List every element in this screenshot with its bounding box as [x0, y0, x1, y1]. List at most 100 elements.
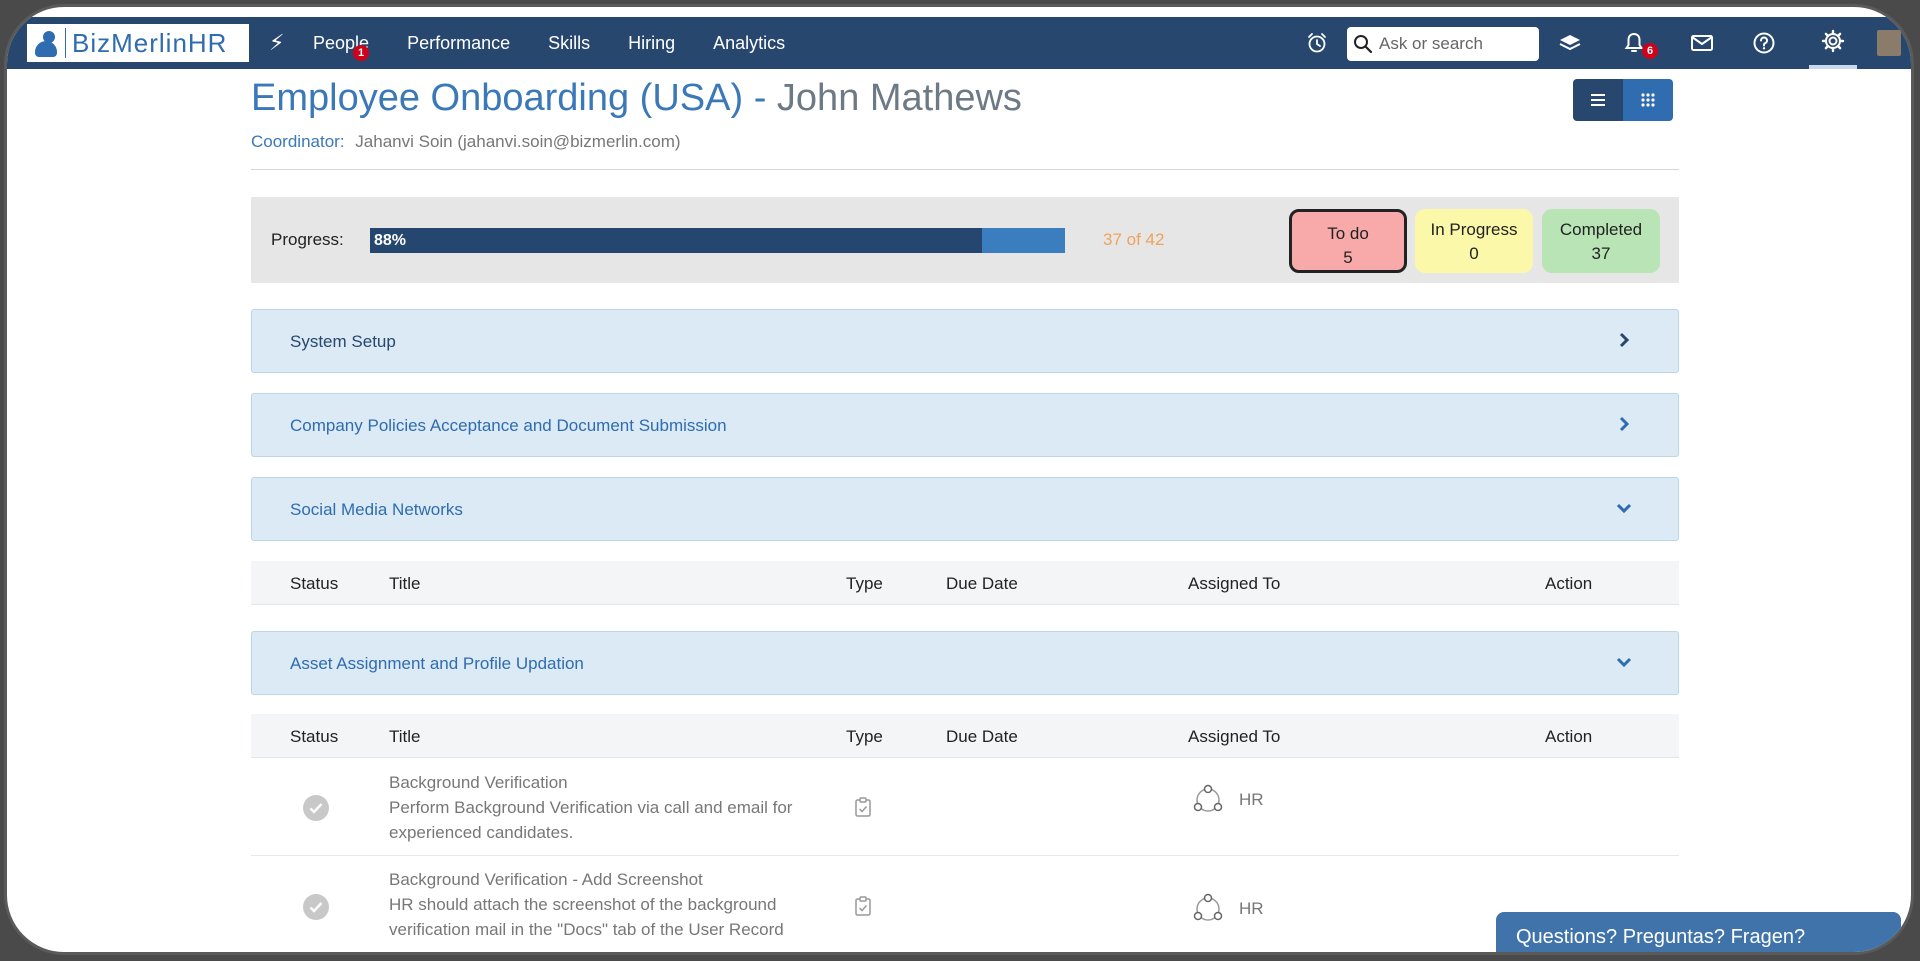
table-header: Status Title Type Due Date Assigned To A…: [251, 714, 1679, 758]
assigned-to: HR: [1191, 892, 1264, 926]
nav-performance-label: Performance: [407, 32, 511, 53]
completed-filter[interactable]: Completed 37: [1542, 209, 1660, 273]
table-row[interactable]: Background Verification - Add Screenshot…: [251, 856, 1679, 952]
main-menu: People 1 Performance Skills Hiring Analy…: [313, 17, 823, 69]
chevron-right-icon: [1614, 414, 1634, 434]
section-title: System Setup: [290, 332, 396, 351]
checklist-name: Employee Onboarding (USA): [251, 77, 744, 119]
section-title: Social Media Networks: [290, 500, 463, 519]
view-toggle: [1573, 79, 1673, 121]
section-company-policies[interactable]: Company Policies Acceptance and Document…: [251, 393, 1679, 457]
quick-actions-bolt-icon[interactable]: ⚡︎: [269, 30, 284, 56]
mail-icon[interactable]: [1687, 17, 1717, 69]
assignee-name: HR: [1239, 899, 1264, 918]
completed-check-icon[interactable]: [303, 795, 329, 821]
coordinator-label: Coordinator:: [251, 132, 345, 151]
logo-mark-icon: [31, 28, 61, 58]
section-system-setup[interactable]: System Setup: [251, 309, 1679, 373]
title-separator: -: [743, 77, 777, 119]
coordinator-value: Jahanvi Soin (jahanvi.soin@bizmerlin.com…: [355, 132, 681, 151]
brand-name: BizMerlinHR: [72, 27, 228, 58]
grid-view-button[interactable]: [1623, 79, 1673, 121]
table-row[interactable]: Background Verification Perform Backgrou…: [251, 759, 1679, 856]
completed-check-icon[interactable]: [303, 894, 329, 920]
grid-icon: [1641, 93, 1655, 107]
todo-filter[interactable]: To do 5: [1289, 209, 1407, 273]
brand-logo[interactable]: BizMerlinHR: [27, 24, 249, 62]
clipboard-task-icon: [854, 896, 872, 916]
nav-performance[interactable]: Performance: [407, 33, 510, 54]
todo-count: 5: [1343, 248, 1353, 267]
in-progress-filter[interactable]: In Progress 0: [1415, 209, 1533, 273]
completed-label: Completed: [1559, 220, 1643, 239]
column-header-assigned-to: Assigned To: [1188, 727, 1281, 746]
column-header-type: Type: [846, 727, 883, 746]
completed-count: 37: [1591, 244, 1611, 263]
nav-people[interactable]: People 1: [313, 33, 369, 61]
task-title: Background Verification - Add Screenshot: [389, 870, 703, 889]
nav-analytics-label: Analytics: [713, 32, 786, 53]
nav-analytics[interactable]: Analytics: [713, 33, 785, 54]
section-title: Asset Assignment and Profile Updation: [290, 654, 584, 673]
search-box[interactable]: [1347, 27, 1539, 61]
nav-hiring-label: Hiring: [628, 32, 676, 53]
column-header-assigned-to: Assigned To: [1188, 574, 1281, 593]
progress-label: Progress:: [271, 230, 344, 249]
nav-skills[interactable]: Skills: [548, 33, 590, 54]
task-description: Perform Background Verification via call…: [389, 798, 793, 842]
chevron-down-icon: [1614, 652, 1634, 672]
group-icon: [1193, 784, 1223, 812]
list-view-button[interactable]: [1573, 79, 1623, 121]
coordinator-line: Coordinator: Jahanvi Soin (jahanvi.soin@…: [251, 132, 681, 152]
assignee-name: HR: [1239, 790, 1264, 809]
section-title: Company Policies Acceptance and Document…: [290, 416, 727, 435]
clipboard-task-icon: [854, 797, 872, 817]
nav-skills-label: Skills: [548, 32, 591, 53]
app-window: BizMerlinHR ⚡︎ People 1 Performance Skil…: [4, 4, 1914, 955]
progress-count: 37 of 42: [1103, 230, 1165, 249]
questions-help-tab[interactable]: Questions? Preguntas? Fragen?: [1496, 912, 1901, 952]
column-header-status: Status: [290, 574, 339, 593]
column-header-title: Title: [389, 727, 421, 746]
in-progress-count: 0: [1469, 244, 1479, 263]
column-header-title: Title: [389, 574, 421, 593]
top-nav: BizMerlinHR ⚡︎ People 1 Performance Skil…: [7, 17, 1911, 69]
task-description: HR should attach the screenshot of the b…: [389, 895, 784, 939]
progress-bar: 88%: [370, 228, 1065, 253]
section-asset-assignment[interactable]: Asset Assignment and Profile Updation: [251, 631, 1679, 695]
alarm-clock-icon[interactable]: [1303, 17, 1331, 69]
column-header-due-date: Due Date: [946, 574, 1018, 593]
settings-gear-icon[interactable]: [1809, 17, 1857, 69]
table-header: Status Title Type Due Date Assigned To A…: [251, 561, 1679, 605]
list-icon: [1591, 94, 1605, 106]
column-header-action: Action: [1545, 574, 1593, 593]
search-icon: [1353, 34, 1373, 54]
task-text: Background Verification Perform Backgrou…: [389, 770, 809, 845]
people-badge: 1: [353, 44, 369, 61]
task-text: Background Verification - Add Screenshot…: [389, 867, 809, 942]
bell-icon: [1624, 32, 1644, 52]
notifications-button[interactable]: 6: [1617, 17, 1658, 69]
layers-icon[interactable]: [1555, 17, 1585, 69]
group-icon: [1193, 893, 1223, 921]
column-header-due-date: Due Date: [946, 727, 1018, 746]
user-avatar[interactable]: [1877, 17, 1901, 69]
nav-hiring[interactable]: Hiring: [628, 33, 675, 54]
employee-name: John Mathews: [776, 77, 1022, 119]
section-social-media[interactable]: Social Media Networks: [251, 477, 1679, 541]
page-title: Employee Onboarding (USA) - John Mathews: [251, 77, 1022, 120]
help-icon[interactable]: [1749, 17, 1779, 69]
todo-label: To do: [1327, 224, 1369, 243]
search-input[interactable]: [1377, 33, 1531, 55]
progress-bar-fill: 88%: [370, 228, 982, 253]
chevron-down-icon: [1614, 498, 1634, 518]
column-header-action: Action: [1545, 727, 1593, 746]
chevron-right-icon: [1614, 330, 1634, 350]
task-title: Background Verification: [389, 773, 568, 792]
in-progress-label: In Progress: [1430, 220, 1518, 239]
column-header-type: Type: [846, 574, 883, 593]
column-header-status: Status: [290, 727, 339, 746]
header-divider: [251, 169, 1679, 170]
assigned-to: HR: [1191, 783, 1264, 817]
notification-count-badge: 6: [1642, 43, 1658, 59]
